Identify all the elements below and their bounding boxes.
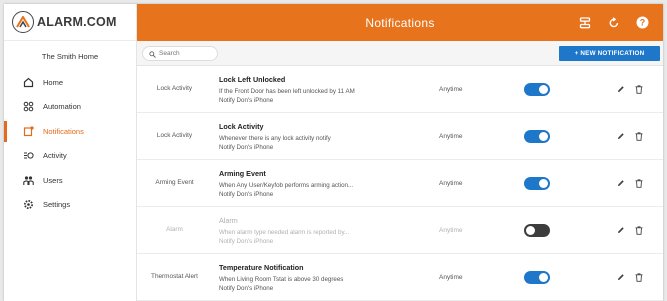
trash-icon[interactable]: [634, 272, 643, 282]
enable-toggle[interactable]: [524, 271, 550, 284]
notification-recipient: Notify Don's iPhone: [219, 190, 274, 198]
notifications-icon: [23, 126, 34, 137]
table-row[interactable]: Lock Activity Lock Left Unlocked If the …: [137, 66, 663, 113]
notification-info: Alarm When alarm type needed alarm is re…: [219, 216, 429, 247]
notification-list: Lock Activity Lock Left Unlocked If the …: [137, 66, 663, 301]
header-icons: ?: [578, 4, 649, 41]
trash-icon[interactable]: [634, 131, 643, 141]
sidebar-item-label: Automation: [43, 102, 81, 112]
activity-icon: [23, 150, 34, 161]
edit-icon[interactable]: [616, 85, 625, 94]
trash-icon[interactable]: [634, 225, 643, 235]
notification-condition: When alarm type needed alarm is reported…: [219, 229, 350, 236]
automation-icon: [23, 101, 34, 112]
category-label: Lock Activity: [156, 84, 193, 92]
top-bar: Notifications ?: [137, 4, 663, 41]
sidebar-item-label: Users: [43, 175, 63, 185]
sidebar-item-label: Notifications: [43, 126, 84, 136]
notification-recipient: Notify Don's iPhone: [219, 284, 274, 292]
enable-toggle[interactable]: [524, 224, 550, 237]
svg-text:?: ?: [640, 18, 646, 28]
notification-title: Lock Left Unlocked: [219, 75, 286, 84]
search-box[interactable]: [142, 46, 218, 61]
toggle-knob: [539, 273, 548, 282]
row-actions: [616, 113, 643, 159]
notification-condition: When Any User/Keyfob performs arming act…: [219, 182, 354, 189]
app-window: ALARM.COM The Smith Home Home Automation…: [4, 4, 663, 301]
edit-icon[interactable]: [616, 179, 625, 188]
new-notification-button[interactable]: + NEW NOTIFICATION: [559, 46, 660, 61]
row-actions: [616, 207, 643, 253]
edit-icon[interactable]: [616, 132, 625, 141]
toggle-knob: [526, 226, 535, 235]
notification-title: Temperature Notification: [219, 263, 304, 272]
sidebar-item-activity[interactable]: Activity: [4, 144, 136, 169]
notification-condition: If the Front Door has been left unlocked…: [219, 88, 355, 95]
sidebar-item-notifications[interactable]: Notifications: [4, 119, 136, 144]
notification-title: Alarm: [219, 216, 238, 225]
category-label: Thermostat Alert: [151, 272, 198, 280]
toolbar: + NEW NOTIFICATION: [137, 41, 663, 66]
users-icon: [23, 175, 34, 186]
page-title: Notifications: [365, 15, 435, 30]
help-icon[interactable]: ?: [636, 16, 649, 29]
sidebar-item-label: Activity: [43, 151, 67, 161]
notification-info: Lock Activity Whenever there is any lock…: [219, 122, 429, 153]
row-actions: [616, 254, 643, 300]
notification-title: Lock Activity: [219, 122, 264, 131]
enable-toggle[interactable]: [524, 130, 550, 143]
search-icon: [149, 45, 156, 63]
notification-info: Arming Event When Any User/Keyfob perfor…: [219, 169, 429, 200]
notification-condition: When Living Room Tstat is above 30 degre…: [219, 276, 344, 283]
server-icon[interactable]: [578, 16, 591, 29]
toggle-knob: [539, 179, 548, 188]
home-icon: [23, 77, 34, 88]
table-row[interactable]: Alarm Alarm When alarm type needed alarm…: [137, 207, 663, 254]
row-actions: [616, 160, 643, 206]
schedule-label: Anytime: [439, 273, 463, 281]
edit-icon[interactable]: [616, 273, 625, 282]
row-actions: [616, 66, 643, 112]
notification-recipient: Notify Don's iPhone: [219, 96, 274, 104]
sidebar: ALARM.COM The Smith Home Home Automation…: [4, 4, 137, 301]
category-label: Alarm: [166, 225, 183, 233]
notification-info: Lock Left Unlocked If the Front Door has…: [219, 75, 429, 106]
notification-recipient: Notify Don's iPhone: [219, 143, 274, 151]
notification-title: Arming Event: [219, 169, 266, 178]
edit-icon[interactable]: [616, 226, 625, 235]
logo[interactable]: ALARM.COM: [4, 4, 136, 41]
sidebar-item-home[interactable]: Home: [4, 70, 136, 95]
schedule-label: Anytime: [439, 132, 463, 140]
schedule-label: Anytime: [439, 226, 463, 234]
alarm-logo-icon: [12, 11, 34, 33]
sidebar-item-settings[interactable]: Settings: [4, 193, 136, 218]
category-label: Arming Event: [155, 178, 194, 186]
notification-info: Temperature Notification When Living Roo…: [219, 263, 429, 294]
sidebar-item-label: Settings: [43, 200, 71, 210]
toggle-knob: [539, 85, 548, 94]
sidebar-item-label: Home: [43, 77, 64, 87]
table-row[interactable]: Arming Event Arming Event When Any User/…: [137, 160, 663, 207]
trash-icon[interactable]: [634, 178, 643, 188]
refresh-icon[interactable]: [607, 16, 620, 29]
category-label: Lock Activity: [156, 131, 193, 139]
sidebar-item-users[interactable]: Users: [4, 168, 136, 193]
schedule-label: Anytime: [439, 179, 463, 187]
settings-icon: [23, 199, 34, 210]
logo-text: ALARM.COM: [37, 15, 117, 29]
toggle-knob: [539, 132, 548, 141]
notification-recipient: Notify Don's iPhone: [219, 237, 274, 245]
table-row[interactable]: Thermostat Alert Temperature Notificatio…: [137, 254, 663, 301]
notification-condition: Whenever there is any lock activity noti…: [219, 135, 331, 142]
schedule-label: Anytime: [439, 85, 463, 93]
table-row[interactable]: Lock Activity Lock Activity Whenever the…: [137, 113, 663, 160]
enable-toggle[interactable]: [524, 177, 550, 190]
trash-icon[interactable]: [634, 84, 643, 94]
enable-toggle[interactable]: [524, 83, 550, 96]
sidebar-item-automation[interactable]: Automation: [4, 95, 136, 120]
search-input[interactable]: [159, 50, 217, 57]
home-name[interactable]: The Smith Home: [4, 41, 136, 70]
